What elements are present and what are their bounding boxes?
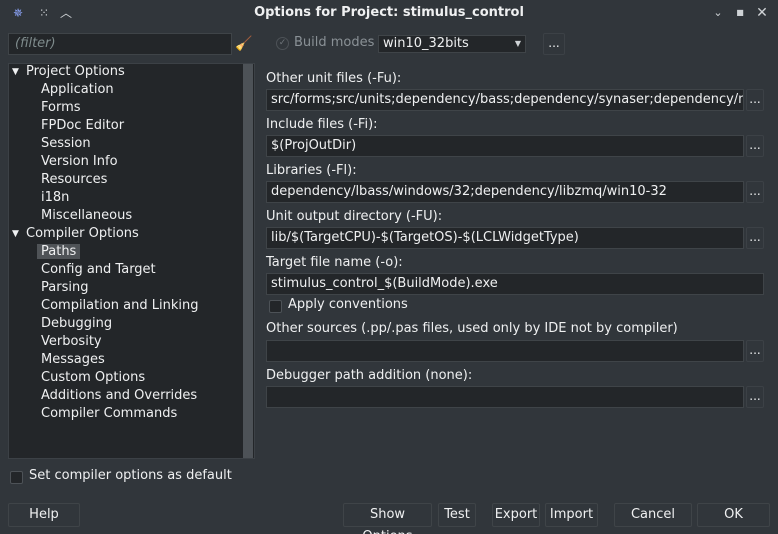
tree-item-fpdoc-editor[interactable]: FPDoc Editor bbox=[41, 117, 124, 135]
include-files-more-button[interactable]: ... bbox=[746, 135, 764, 157]
other-unit-files-more-button[interactable]: ... bbox=[746, 89, 764, 111]
set-default-checkbox[interactable] bbox=[10, 471, 23, 484]
other-unit-files-input[interactable]: src/forms;src/units;dependency/bass;depe… bbox=[266, 89, 744, 111]
cancel-button[interactable]: Cancel bbox=[614, 503, 692, 527]
apply-conventions-checkbox[interactable] bbox=[269, 300, 282, 313]
build-modes-label: Build modes bbox=[294, 35, 375, 50]
test-button[interactable]: Test bbox=[438, 503, 476, 527]
tree-item-version-info[interactable]: Version Info bbox=[41, 153, 118, 171]
window-title: Options for Project: stimulus_control bbox=[254, 5, 524, 20]
tree-item-parsing[interactable]: Parsing bbox=[41, 279, 88, 297]
target-file-name-label: Target file name (-o): bbox=[266, 255, 403, 270]
other-sources-input[interactable] bbox=[266, 340, 744, 362]
tree-group-label: Compiler Options bbox=[26, 226, 139, 241]
filter-input[interactable]: (filter) bbox=[8, 33, 232, 55]
build-mode-select[interactable]: win10_32bits ▼ bbox=[378, 35, 526, 53]
other-unit-files-label: Other unit files (-Fu): bbox=[266, 71, 402, 86]
build-modes-more-button[interactable]: ... bbox=[543, 33, 565, 55]
tree-group-project-options[interactable]: ▼ Project Options bbox=[10, 63, 125, 81]
minimize-icon[interactable]: ⌄ bbox=[710, 5, 726, 21]
tree-item-miscellaneous[interactable]: Miscellaneous bbox=[41, 207, 132, 225]
tree-item-i18n[interactable]: i18n bbox=[41, 189, 69, 207]
debugger-path-label: Debugger path addition (none): bbox=[266, 368, 473, 383]
tree-item-session[interactable]: Session bbox=[41, 135, 91, 153]
set-default-label: Set compiler options as default bbox=[29, 468, 232, 483]
apply-conventions-label: Apply conventions bbox=[288, 297, 408, 312]
tree-item-forms[interactable]: Forms bbox=[41, 99, 81, 117]
other-sources-more-button[interactable]: ... bbox=[746, 340, 764, 362]
debugger-path-input[interactable] bbox=[266, 386, 744, 408]
tree-item-config-and-target[interactable]: Config and Target bbox=[41, 261, 156, 279]
tree-item-compiler-commands[interactable]: Compiler Commands bbox=[41, 405, 177, 423]
tree-item-additions-and-overrides[interactable]: Additions and Overrides bbox=[41, 387, 197, 405]
tree-item-custom-options[interactable]: Custom Options bbox=[41, 369, 145, 387]
build-mode-value: win10_32bits bbox=[383, 36, 469, 51]
libraries-label: Libraries (-Fl): bbox=[266, 163, 357, 178]
include-files-input[interactable]: $(ProjOutDir) bbox=[266, 135, 744, 157]
include-files-label: Include files (-Fi): bbox=[266, 117, 378, 132]
libraries-input[interactable]: dependency/lbass/windows/32;dependency/l… bbox=[266, 181, 744, 203]
help-button[interactable]: Help bbox=[8, 503, 80, 527]
tree-item-resources[interactable]: Resources bbox=[41, 171, 107, 189]
ok-button[interactable]: OK bbox=[697, 503, 770, 527]
show-options-button[interactable]: Show Options bbox=[343, 503, 432, 534]
import-button[interactable]: Import bbox=[545, 503, 598, 527]
other-sources-label: Other sources (.pp/.pas files, used only… bbox=[266, 321, 678, 336]
close-icon[interactable]: ✕ bbox=[754, 5, 770, 21]
tree-scrollbar[interactable] bbox=[243, 64, 253, 458]
tree-item-messages[interactable]: Messages bbox=[41, 351, 105, 369]
target-file-name-input[interactable]: stimulus_control_$(BuildMode).exe bbox=[266, 273, 764, 295]
clear-filter-icon[interactable]: 🧹 bbox=[235, 34, 253, 54]
debugger-path-more-button[interactable]: ... bbox=[746, 386, 764, 408]
libraries-more-button[interactable]: ... bbox=[746, 181, 764, 203]
tree-item-compilation-and-linking[interactable]: Compilation and Linking bbox=[41, 297, 199, 315]
unit-output-directory-more-button[interactable]: ... bbox=[746, 227, 764, 249]
expand-arrow-icon[interactable]: ▼ bbox=[12, 225, 19, 243]
expand-arrow-icon[interactable]: ▼ bbox=[12, 63, 19, 81]
tree-item-paths[interactable]: Paths bbox=[37, 243, 81, 261]
maximize-icon[interactable]: ■ bbox=[732, 5, 748, 21]
chevron-down-icon: ▼ bbox=[514, 39, 521, 48]
build-modes-check-icon: ✓ bbox=[276, 37, 289, 50]
tree-group-compiler-options[interactable]: ▼ Compiler Options bbox=[10, 225, 139, 243]
tree-group-label: Project Options bbox=[26, 64, 125, 79]
unit-output-directory-label: Unit output directory (-FU): bbox=[266, 209, 443, 224]
selected-item-label: Paths bbox=[37, 244, 81, 259]
tree-item-debugging[interactable]: Debugging bbox=[41, 315, 112, 333]
unit-output-directory-input[interactable]: lib/$(TargetCPU)-$(TargetOS)-$(LCLWidget… bbox=[266, 227, 744, 249]
tree-item-application[interactable]: Application bbox=[41, 81, 114, 99]
tree-item-verbosity[interactable]: Verbosity bbox=[41, 333, 102, 351]
export-button[interactable]: Export bbox=[492, 503, 540, 527]
